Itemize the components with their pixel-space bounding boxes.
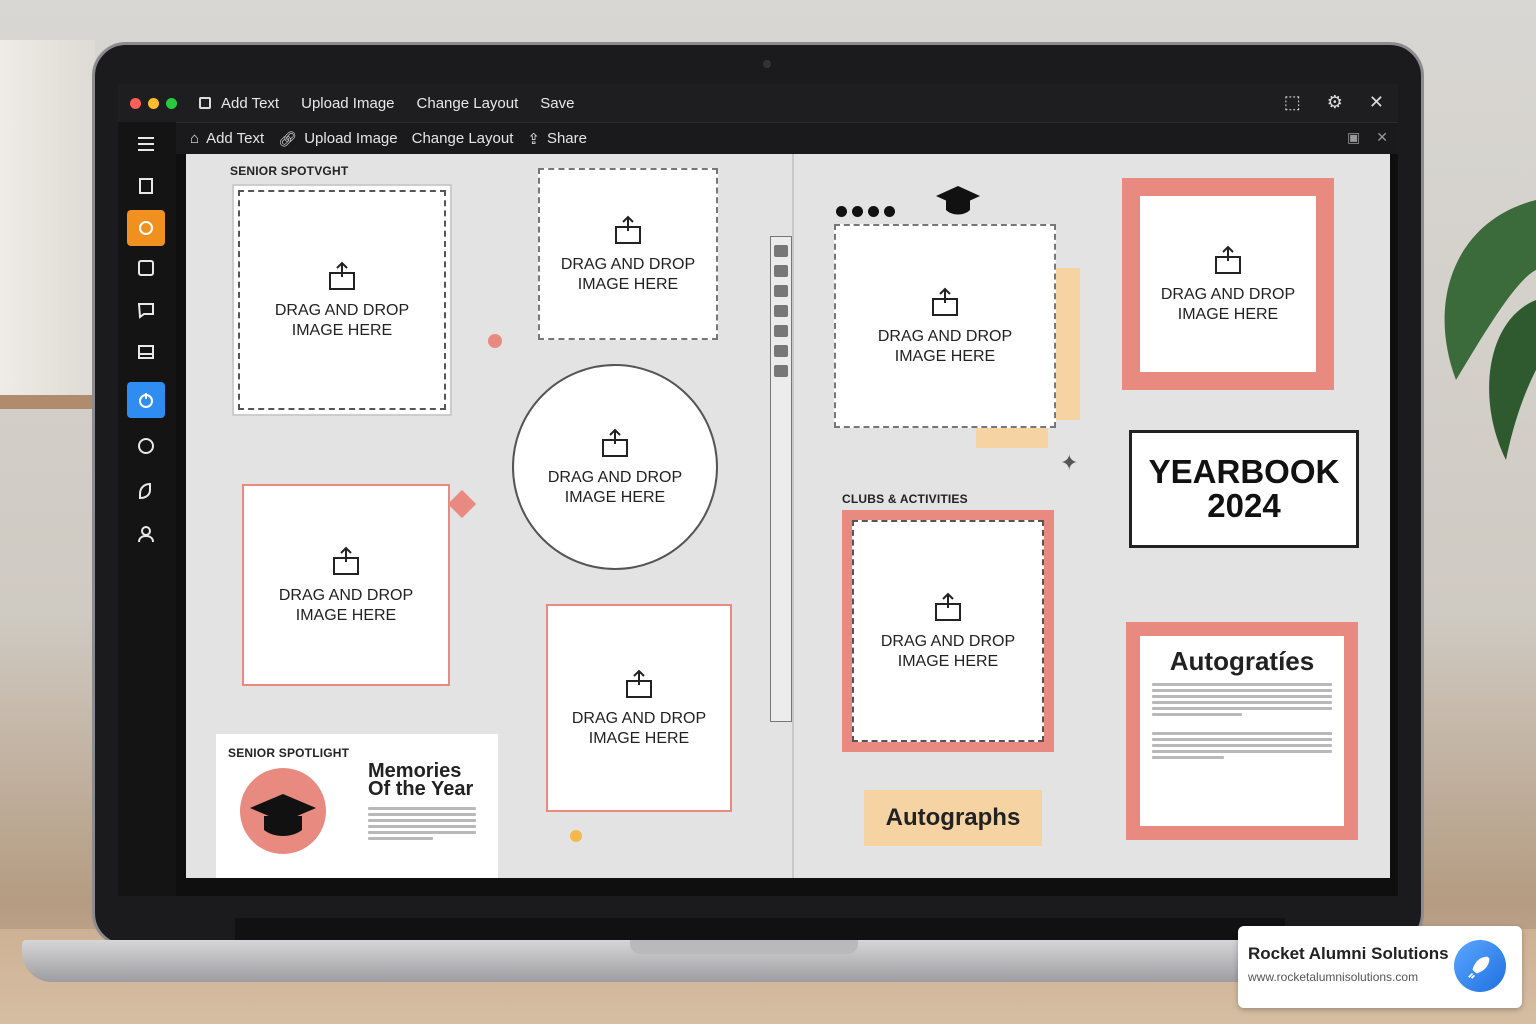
menu-change-layout[interactable]: Change Layout bbox=[417, 95, 519, 112]
toolbar: ⌂ Add Text 🔗︎ Upload Image Change Layout… bbox=[176, 122, 1398, 154]
upload-icon bbox=[333, 546, 359, 575]
toolbar-add-text[interactable]: ⌂ Add Text bbox=[190, 130, 264, 147]
library-icon[interactable] bbox=[127, 334, 165, 370]
settings-icon[interactable]: ⚙ bbox=[1327, 92, 1343, 112]
dot-decor bbox=[570, 830, 582, 842]
laptop-notch bbox=[630, 940, 858, 954]
menu-save[interactable]: Save bbox=[540, 95, 574, 112]
preview-icon[interactable]: ▣ bbox=[1347, 129, 1360, 146]
dropzone-3[interactable]: DRAG AND DROP IMAGE HERE bbox=[244, 486, 448, 684]
dropzone-5[interactable]: DRAG AND DROP IMAGE HERE bbox=[836, 226, 1054, 426]
clubs-activities-label: CLUBS & ACTIVITIES bbox=[842, 492, 968, 506]
refresh-icon[interactable] bbox=[127, 210, 165, 246]
pages-icon[interactable] bbox=[127, 168, 165, 204]
photo-frame-3[interactable]: DRAG AND DROP IMAGE HERE bbox=[242, 484, 450, 686]
spotlight-card-title: Memories Of the Year bbox=[368, 760, 474, 800]
toolbar-right-controls: ▣ ✕ bbox=[1347, 129, 1388, 146]
menubar: Add Text Upload Image Change Layout Save… bbox=[118, 84, 1398, 122]
toolbar-change-layout[interactable]: Change Layout bbox=[412, 130, 514, 147]
graduation-cap-icon bbox=[936, 186, 980, 215]
close-icon[interactable]: ✕ bbox=[1369, 92, 1384, 112]
brand-name: Rocket Alumni Solutions bbox=[1248, 944, 1449, 963]
senior-spotlight-card[interactable]: SENIOR SPOTLIGHT Memories Of the Year bbox=[216, 734, 498, 878]
sparkle-icon: ✦ bbox=[1060, 450, 1079, 475]
upload-icon bbox=[615, 215, 641, 244]
link-icon: 🔗︎ bbox=[278, 130, 298, 148]
diamond-decor bbox=[447, 489, 477, 519]
app-window: Add Text Upload Image Change Layout Save… bbox=[118, 84, 1398, 896]
power-icon[interactable] bbox=[127, 382, 165, 418]
dropzone-7[interactable]: DRAG AND DROP IMAGE HERE bbox=[852, 520, 1044, 742]
photo-frame-7[interactable]: DRAG AND DROP IMAGE HERE bbox=[842, 510, 1054, 752]
brand-badge[interactable]: Rocket Alumni Solutions www.rocketalumni… bbox=[1238, 926, 1522, 1008]
frame-icon[interactable] bbox=[127, 250, 165, 286]
upload-icon bbox=[329, 261, 355, 290]
menu-add-text[interactable]: Add Text bbox=[199, 95, 279, 112]
photo-frame-4[interactable]: DRAG AND DROP IMAGE HERE bbox=[546, 604, 732, 812]
dropzone-circle[interactable]: DRAG AND DROP IMAGE HERE bbox=[514, 366, 716, 568]
photo-frame-2[interactable]: DRAG AND DROP IMAGE HERE bbox=[538, 168, 718, 340]
upload-icon bbox=[602, 428, 628, 457]
camera bbox=[763, 60, 771, 68]
rocket-icon bbox=[1454, 940, 1506, 992]
menu-upload-image[interactable]: Upload Image bbox=[301, 95, 394, 112]
laptop-hinge bbox=[235, 918, 1285, 942]
toolbar-share[interactable]: ⇪ Share bbox=[527, 130, 587, 148]
upload-icon bbox=[932, 287, 958, 316]
yearbook-title-box[interactable]: YEARBOOK 2024 bbox=[1129, 430, 1359, 548]
toolbar-upload-image[interactable]: 🔗︎ Upload Image bbox=[278, 130, 397, 148]
spotlight-card-label: SENIOR SPOTLIGHT bbox=[228, 746, 350, 760]
autographs-card[interactable]: Autogratíes bbox=[1126, 622, 1358, 840]
sidebar bbox=[118, 122, 176, 896]
maximize-window-dot[interactable] bbox=[166, 97, 177, 109]
dots-decor bbox=[836, 206, 895, 217]
dot-decor-2 bbox=[488, 334, 502, 348]
share-alt-icon: ⇪ bbox=[527, 130, 540, 148]
tape-decor bbox=[1056, 268, 1080, 420]
text-box-icon bbox=[199, 97, 211, 109]
dropzone-6[interactable]: DRAG AND DROP IMAGE HERE bbox=[1140, 196, 1316, 372]
yearbook-canvas[interactable]: SENIOR SPOTVGHT DRAG AND DROP IMAGE HERE… bbox=[186, 154, 1390, 878]
toolbar-close-icon[interactable]: ✕ bbox=[1376, 129, 1388, 146]
background-shelf-board bbox=[0, 395, 95, 409]
photo-frame-1[interactable]: DRAG AND DROP IMAGE HERE bbox=[232, 184, 452, 416]
home-icon: ⌂ bbox=[190, 130, 200, 147]
autographs-card-inner: Autogratíes bbox=[1140, 636, 1344, 826]
brand-url: www.rocketalumnisolutions.com bbox=[1248, 970, 1419, 984]
share-icon[interactable]: ⬚ bbox=[1284, 92, 1301, 112]
upload-icon bbox=[935, 592, 961, 621]
close-window-dot[interactable] bbox=[130, 97, 141, 109]
comment-icon[interactable] bbox=[127, 292, 165, 328]
photo-frame-5[interactable]: DRAG AND DROP IMAGE HERE bbox=[834, 224, 1056, 428]
dropzone-4[interactable]: DRAG AND DROP IMAGE HERE bbox=[548, 606, 730, 810]
help-icon[interactable] bbox=[127, 428, 165, 464]
autographs-sticky-note[interactable]: Autographs bbox=[864, 790, 1042, 846]
page-thumbnail-strip[interactable] bbox=[770, 236, 792, 722]
minimize-window-dot[interactable] bbox=[148, 97, 159, 109]
page-spine bbox=[792, 154, 794, 878]
sticker-icon[interactable] bbox=[127, 472, 165, 508]
dropzone-1[interactable]: DRAG AND DROP IMAGE HERE bbox=[238, 190, 446, 410]
background-shelf bbox=[0, 40, 95, 400]
upload-icon bbox=[1215, 245, 1241, 274]
menu-icon[interactable] bbox=[127, 126, 165, 162]
graduation-cap-icon bbox=[240, 768, 326, 854]
spotlight-card-body bbox=[368, 804, 476, 843]
senior-spotlight-label: SENIOR SPOTVGHT bbox=[230, 164, 349, 178]
window-controls: ⬚ ⚙ ✕ bbox=[1284, 92, 1384, 112]
user-icon[interactable] bbox=[127, 516, 165, 552]
photo-frame-circle[interactable]: DRAG AND DROP IMAGE HERE bbox=[512, 364, 718, 570]
dropzone-2[interactable]: DRAG AND DROP IMAGE HERE bbox=[540, 170, 716, 338]
upload-icon bbox=[626, 669, 652, 698]
plant-decor bbox=[1444, 200, 1536, 460]
photo-frame-6[interactable]: DRAG AND DROP IMAGE HERE bbox=[1122, 178, 1334, 390]
